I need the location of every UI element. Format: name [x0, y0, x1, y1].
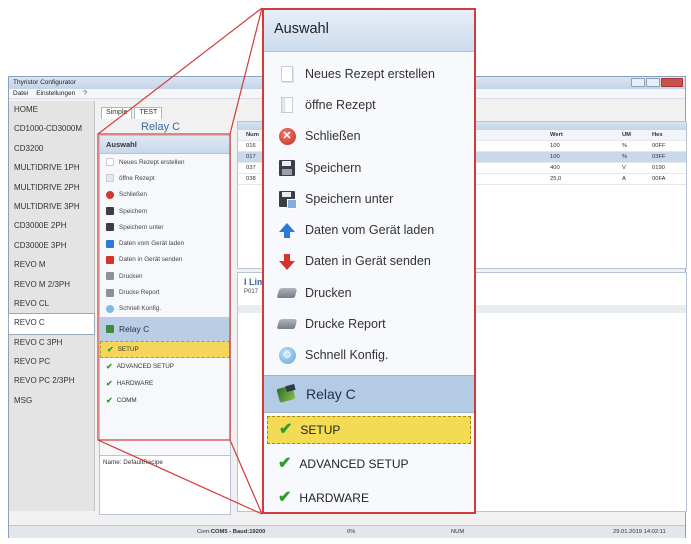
close-circle-icon: ✕: [278, 127, 296, 145]
action-label: Daten vom Gerät laden: [305, 223, 435, 238]
arrow-up-icon: [278, 221, 296, 239]
action-label: Speichern: [305, 160, 362, 175]
action-save-as[interactable]: Speichern unter: [264, 183, 474, 214]
checkmark-icon: ✔: [279, 420, 293, 438]
checkmark-icon: ✔: [278, 454, 292, 472]
zoom-source-box: [97, 133, 231, 441]
action-load-from-device[interactable]: Daten vom Gerät laden: [264, 214, 474, 245]
action-close[interactable]: ✕ Schließen: [264, 121, 474, 152]
action-label: Neues Rezept erstellen: [305, 66, 435, 81]
device-group-label: Relay C: [306, 385, 356, 402]
relay-board-icon: [276, 383, 298, 405]
zoom-line-bottom-left: [97, 439, 263, 515]
zoom-line-top-right: [229, 7, 263, 135]
category-label: ADVANCED SETUP: [299, 456, 409, 471]
category-label: HARDWARE: [299, 490, 369, 505]
action-label: Drucke Report: [305, 317, 386, 332]
action-open-recipe[interactable]: öffne Rezept: [264, 89, 474, 120]
panel-header: Auswahl: [264, 10, 474, 52]
action-label: Daten in Gerät senden: [305, 254, 431, 269]
open-document-icon: [278, 96, 296, 114]
zoom-line-bottom-right: [229, 439, 263, 515]
screenshot-stage: Thyristor Configurator Datei Einstellung…: [0, 0, 691, 544]
category-advanced-setup[interactable]: ✔ ADVANCED SETUP: [264, 447, 474, 481]
category-hardware[interactable]: ✔ HARDWARE: [264, 481, 474, 512]
printer-icon: [276, 284, 298, 302]
action-quick-config[interactable]: ⚙ Schnell Konfig.: [264, 340, 474, 371]
action-label: Schließen: [305, 129, 361, 144]
checkmark-icon: ✔: [278, 488, 292, 506]
zoomed-selection-panel: Auswahl Neues Rezept erstellen öffne Rez…: [262, 8, 476, 514]
save-disk-icon: [278, 159, 296, 177]
action-send-to-device[interactable]: Daten in Gerät senden: [264, 246, 474, 277]
action-new-recipe[interactable]: Neues Rezept erstellen: [264, 58, 474, 89]
action-print[interactable]: Drucken: [264, 277, 474, 308]
action-label: Speichern unter: [305, 191, 394, 206]
arrow-down-icon: [278, 252, 296, 270]
action-label: Schnell Konfig.: [305, 348, 389, 363]
action-save[interactable]: Speichern: [264, 152, 474, 183]
category-setup[interactable]: ✔ SETUP: [267, 415, 471, 444]
category-label: SETUP: [300, 422, 341, 437]
printer-icon: [276, 315, 298, 333]
quick-config-icon: ⚙: [278, 346, 296, 364]
zoom-line-top-left: [97, 7, 263, 135]
device-group-relay-c[interactable]: Relay C: [264, 374, 474, 413]
action-print-report[interactable]: Drucke Report: [264, 308, 474, 339]
action-label: Drucken: [305, 285, 352, 300]
save-as-icon: [278, 190, 297, 209]
new-document-icon: [278, 65, 296, 83]
action-label: öffne Rezept: [305, 97, 376, 112]
